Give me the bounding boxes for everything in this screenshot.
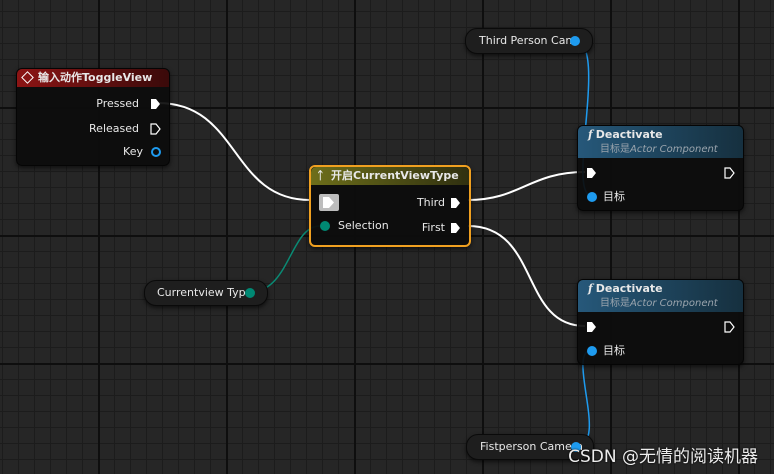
input-action-header: 输入动作ToggleView	[17, 69, 169, 87]
released-label: Released	[89, 122, 139, 135]
input-action-node[interactable]: 输入动作ToggleView Pressed Released Key	[16, 68, 170, 166]
switch-node[interactable]: ᛏ 开启CurrentViewType Third Selection First	[309, 165, 471, 247]
exec-wire-third	[467, 171, 586, 201]
data-pin-icon[interactable]	[151, 147, 161, 157]
switch-header: ᛏ 开启CurrentViewType	[311, 167, 469, 185]
first-label: First	[421, 221, 445, 234]
exec-pin-icon[interactable]	[586, 167, 597, 179]
data-pin-icon[interactable]	[320, 221, 330, 231]
exec-pin-icon[interactable]	[724, 321, 735, 333]
exec-pin-icon[interactable]	[724, 167, 735, 179]
target-label: 目标	[603, 344, 625, 357]
data-pin-icon[interactable]	[587, 346, 597, 356]
input-action-title: 输入动作ToggleView	[38, 71, 153, 84]
third-label: Third	[416, 196, 445, 209]
subtitle-prefix: 目标是	[600, 144, 630, 155]
function-icon: f	[588, 282, 593, 295]
exec-pin-icon[interactable]	[150, 123, 161, 135]
exec-input-pin[interactable]	[319, 194, 339, 211]
var-label: Third Person Cam	[479, 34, 577, 47]
deactivate-header-bottom: f Deactivate 目标是Actor Component	[578, 280, 743, 312]
key-label: Key	[123, 145, 143, 158]
selection-label: Selection	[338, 219, 389, 232]
exec-pin-icon	[323, 197, 334, 208]
exec-pin-icon[interactable]	[586, 321, 597, 333]
subtitle-target: Actor Component	[630, 298, 718, 309]
data-pin-icon[interactable]	[570, 36, 580, 46]
var-currentview-type[interactable]: Currentview Type	[144, 280, 268, 306]
exec-wire-pressed	[157, 102, 311, 201]
var-label: Currentview Type	[157, 286, 253, 299]
subtitle-prefix: 目标是	[600, 298, 630, 309]
data-pin-icon[interactable]	[587, 192, 597, 202]
exec-pin-icon[interactable]	[450, 222, 461, 234]
exec-wire-first	[467, 225, 586, 327]
switch-title: 开启CurrentViewType	[331, 169, 459, 182]
data-pin-icon[interactable]	[245, 288, 255, 298]
deactivate-node-top[interactable]: f Deactivate 目标是Actor Component 目标	[577, 125, 744, 211]
diamond-icon	[21, 70, 34, 84]
switch-icon: ᛏ	[317, 169, 324, 182]
deactivate-title: Deactivate	[595, 128, 663, 141]
var-third-person-cam[interactable]: Third Person Cam	[465, 28, 593, 54]
subtitle-target: Actor Component	[630, 144, 718, 155]
exec-pin-icon[interactable]	[450, 197, 461, 209]
target-label: 目标	[603, 190, 625, 203]
function-icon: f	[588, 128, 593, 141]
exec-pin-icon[interactable]	[150, 98, 161, 110]
pressed-label: Pressed	[96, 97, 139, 110]
deactivate-title: Deactivate	[595, 282, 663, 295]
deactivate-header-top: f Deactivate 目标是Actor Component	[578, 126, 743, 158]
deactivate-node-bottom[interactable]: f Deactivate 目标是Actor Component 目标	[577, 279, 744, 365]
watermark: CSDN @无情的阅读机器	[568, 447, 758, 467]
